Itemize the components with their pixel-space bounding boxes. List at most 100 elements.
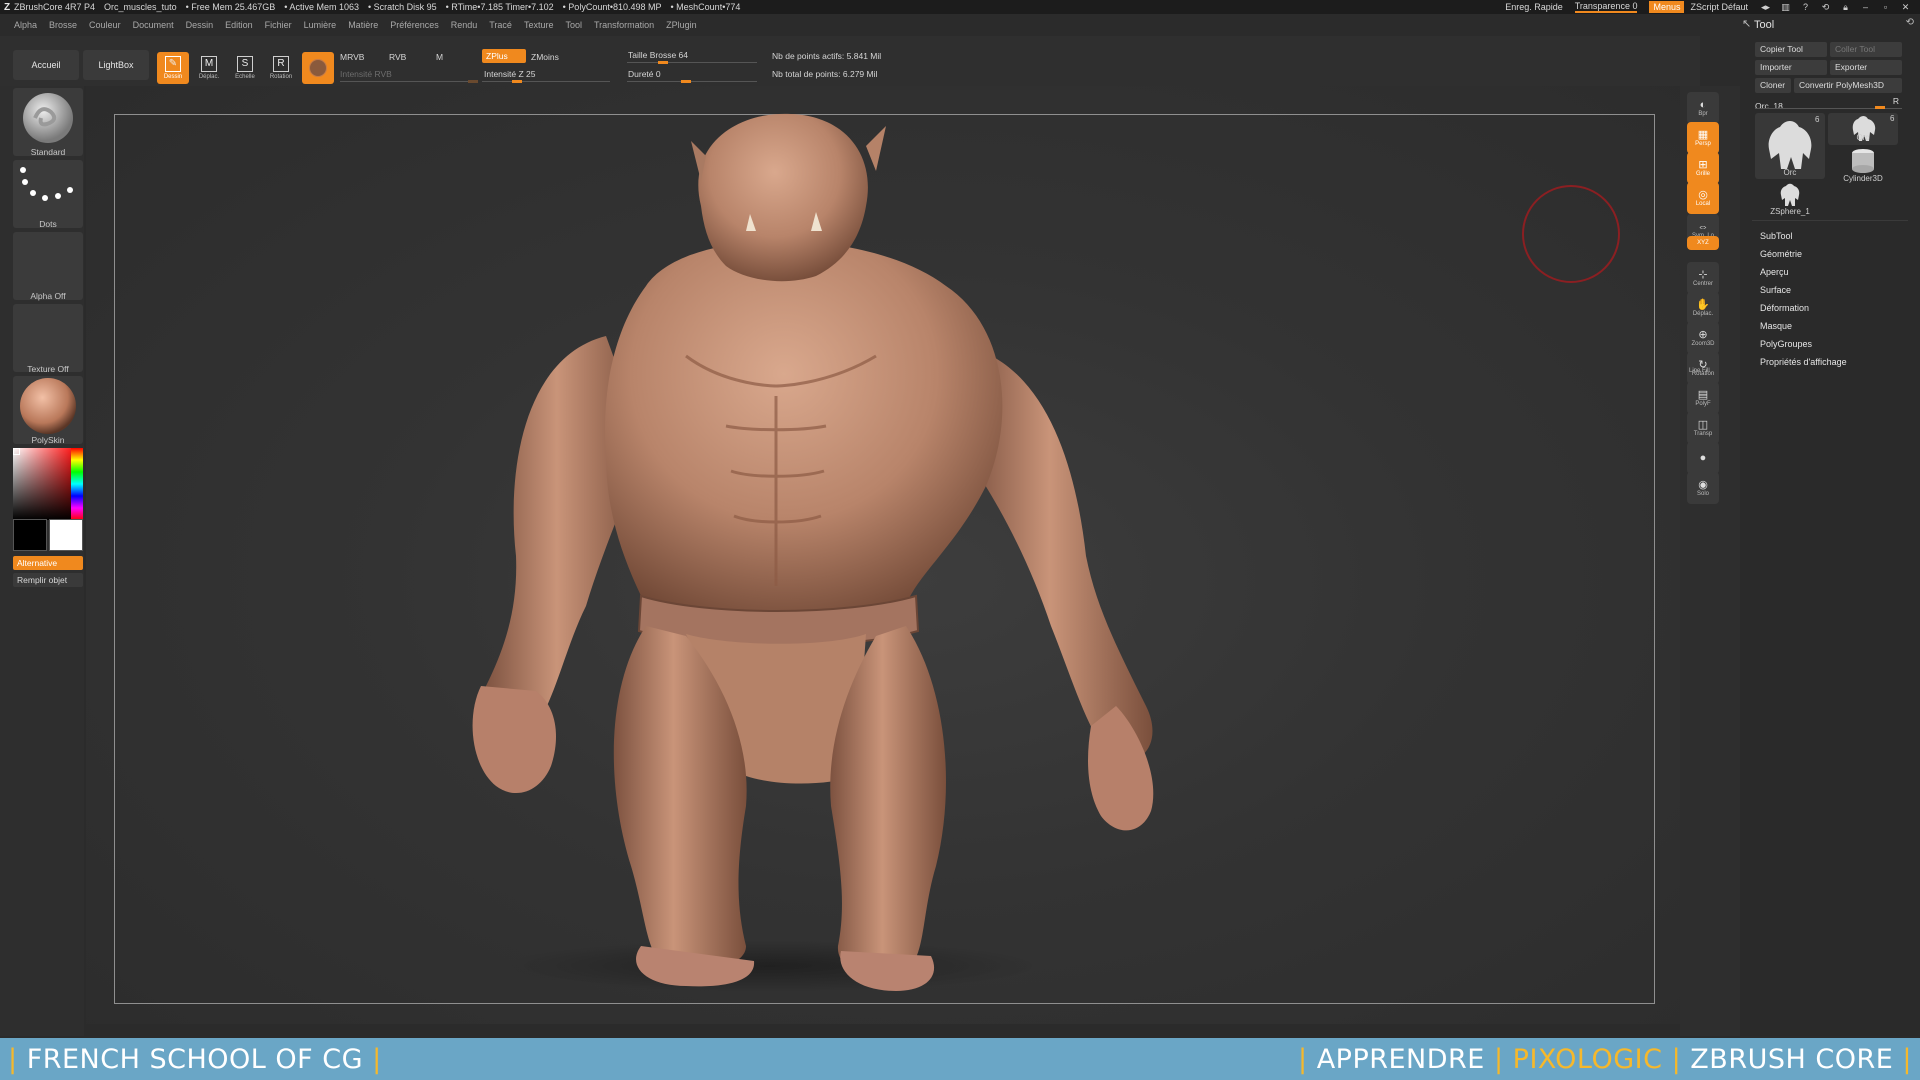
subpalette-5[interactable]: Masque xyxy=(1760,321,1792,331)
lock-icon[interactable]: 🔒︎ xyxy=(1840,2,1851,12)
help-icon[interactable]: ? xyxy=(1800,2,1811,12)
tool-thumb-zsphere[interactable]: ZSphere_1 xyxy=(1755,182,1825,218)
menu-item[interactable]: Préférences xyxy=(390,20,439,30)
close-icon[interactable]: ✕ xyxy=(1900,2,1911,12)
copy-tool-button[interactable]: Copier Tool xyxy=(1755,42,1827,57)
layout-arrows-icon[interactable]: ◂▸ xyxy=(1760,2,1771,12)
zsub-button[interactable]: ZMoins xyxy=(531,52,559,62)
m-button[interactable]: M xyxy=(436,52,443,62)
view-button-transp[interactable]: ◫ Transp xyxy=(1687,412,1719,444)
import-button[interactable]: Importer xyxy=(1755,60,1827,75)
menu-item[interactable]: Transformation xyxy=(594,20,654,30)
material-swatch-button[interactable] xyxy=(302,52,334,84)
menu-item[interactable]: Couleur xyxy=(89,20,121,30)
paste-tool-button[interactable]: Coller Tool xyxy=(1830,42,1902,57)
rgb-intensity-knob[interactable] xyxy=(468,80,478,83)
view-button-bpr[interactable]: ◐ Bpr xyxy=(1687,92,1719,124)
brush-size-knob[interactable] xyxy=(658,61,669,64)
quicksave-button[interactable]: Enreg. Rapide xyxy=(1505,2,1563,12)
menu-item[interactable]: Matière xyxy=(348,20,378,30)
convert-polymesh-button[interactable]: Convertir PolyMesh3D xyxy=(1794,78,1902,93)
scale-mode-button[interactable]: S Echelle xyxy=(229,52,261,84)
total-points-readout: Nb total de points: 6.279 Mil xyxy=(772,69,878,79)
home-button[interactable]: Accueil xyxy=(13,50,79,80)
stroke-picker[interactable] xyxy=(13,160,83,228)
menu-item[interactable]: Dessin xyxy=(186,20,214,30)
brush-size-slider[interactable]: Taille Brosse 64 xyxy=(628,50,688,60)
subpalette-4[interactable]: Déformation xyxy=(1760,303,1809,313)
menus-toggle[interactable]: Menus xyxy=(1649,1,1685,13)
mrgb-button[interactable]: MRVB xyxy=(340,52,364,62)
rgb-intensity-slider[interactable]: Intensité RVB xyxy=(340,69,392,79)
material-picker[interactable] xyxy=(13,376,83,444)
menu-item[interactable]: Rendu xyxy=(451,20,478,30)
menu-item[interactable]: Texture xyxy=(524,20,554,30)
view-button-local[interactable]: ◎ Local xyxy=(1687,182,1719,214)
draw-mode-button[interactable]: ✎ Dessin xyxy=(157,52,189,84)
viewport[interactable] xyxy=(86,86,1680,1036)
tool-thumb-cylinder[interactable]: Cylinder3D xyxy=(1828,147,1898,183)
menu-item[interactable]: Tool xyxy=(565,20,582,30)
palette-refresh-icon[interactable]: ⟲ xyxy=(1906,17,1914,28)
watermark-banner: | FRENCH SCHOOL OF CG | | APPRENDRE | PI… xyxy=(0,1038,1920,1080)
clone-button[interactable]: Cloner xyxy=(1755,78,1791,93)
transparency-slider[interactable]: Transparence 0 xyxy=(1574,1,1638,13)
tool-thumb-orc-small[interactable]: Orc 6 xyxy=(1828,113,1898,145)
rgb-button[interactable]: RVB xyxy=(389,52,406,62)
zadd-button[interactable]: ZPlus xyxy=(482,49,526,63)
palette-collapse-icon[interactable]: ↖ xyxy=(1742,17,1751,30)
export-button[interactable]: Exporter xyxy=(1830,60,1902,75)
menu-item[interactable]: Brosse xyxy=(49,20,77,30)
z-intensity-slider[interactable]: Intensité Z 25 xyxy=(484,69,536,79)
hardness-knob[interactable] xyxy=(681,80,691,83)
alpha-picker[interactable] xyxy=(13,232,83,300)
restore-icon[interactable]: ▫ xyxy=(1880,2,1891,12)
menu-item[interactable]: Alpha xyxy=(14,20,37,30)
banner-left: | FRENCH SCHOOL OF CG | xyxy=(8,1044,382,1075)
menu-item[interactable]: Edition xyxy=(225,20,253,30)
view-button-persp[interactable]: ▦ Persp xyxy=(1687,122,1719,154)
texture-picker[interactable] xyxy=(13,304,83,372)
orc-model[interactable] xyxy=(86,86,1680,1036)
lightbox-button[interactable]: LightBox xyxy=(83,50,149,80)
tool-thumb-orc-main[interactable]: Orc 6 xyxy=(1755,113,1825,179)
view-button-material[interactable]: ● xyxy=(1687,442,1719,474)
reset-ui-icon[interactable]: ⟲ xyxy=(1820,2,1831,12)
subpalette-0[interactable]: SubTool xyxy=(1760,231,1793,241)
subpalette-7[interactable]: Propriétés d'affichage xyxy=(1760,357,1847,367)
subpalette-1[interactable]: Géométrie xyxy=(1760,249,1802,259)
view-button-centrer[interactable]: ⊹ Centrer xyxy=(1687,262,1719,294)
view-button-label: Déplac. xyxy=(1692,311,1714,317)
alternate-button[interactable]: Alternative xyxy=(13,556,83,570)
view-button-grille[interactable]: ⊞ Grille xyxy=(1687,152,1719,184)
menu-item[interactable]: Tracé xyxy=(489,20,512,30)
view-button-polyf[interactable]: ▤ PolyF xyxy=(1687,382,1719,414)
subpalette-6[interactable]: PolyGroupes xyxy=(1760,339,1812,349)
top-shelf: Accueil LightBox ✎ Dessin M Déplac. S Ec… xyxy=(0,36,1700,86)
view-button-xyz[interactable]: XYZ xyxy=(1687,236,1719,250)
subpalette-2[interactable]: Aperçu xyxy=(1760,267,1789,277)
layout-grid-icon[interactable]: ▥ xyxy=(1780,2,1791,12)
view-button-zoom3d[interactable]: ⊕ Zoom3D xyxy=(1687,322,1719,354)
saturation-square[interactable] xyxy=(13,448,71,520)
secondary-color-swatch[interactable] xyxy=(13,519,47,551)
color-picker[interactable] xyxy=(13,448,83,521)
hue-strip[interactable] xyxy=(71,448,83,520)
hardness-slider[interactable]: Dureté 0 xyxy=(628,69,661,79)
main-color-swatch[interactable] xyxy=(49,519,83,551)
move-mode-button[interactable]: M Déplac. xyxy=(193,52,225,84)
menu-item[interactable]: Document xyxy=(133,20,174,30)
menu-item[interactable]: Lumière xyxy=(304,20,337,30)
current-tool-slider[interactable]: Orc. 18 R xyxy=(1755,96,1902,111)
menu-item[interactable]: ZPlugin xyxy=(666,20,697,30)
minimize-icon[interactable]: – xyxy=(1860,2,1871,12)
subpalette-3[interactable]: Surface xyxy=(1760,285,1791,295)
rotate-mode-button[interactable]: R Rotation xyxy=(265,52,297,84)
view-button-solo[interactable]: ◉ Solo xyxy=(1687,472,1719,504)
view-button-d-plac-[interactable]: ✋ Déplac. xyxy=(1687,292,1719,324)
menu-item[interactable]: Fichier xyxy=(265,20,292,30)
zscript-default[interactable]: ZScript Défaut xyxy=(1690,2,1748,12)
brush-picker[interactable] xyxy=(13,88,83,156)
fill-object-button[interactable]: Remplir objet xyxy=(13,573,83,587)
z-intensity-knob[interactable] xyxy=(511,80,522,83)
